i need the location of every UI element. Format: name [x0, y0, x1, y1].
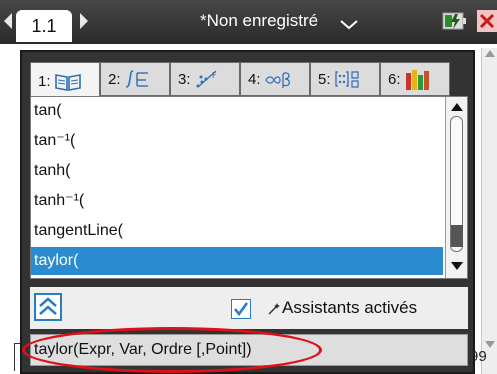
- tab-catalog-4[interactable]: 4:: [240, 62, 310, 96]
- catalog-dialog: 1: 2: 3: F 4: 5: 6: tan(tan⁻¹(tanh(ta…: [20, 50, 475, 374]
- wizards-checkbox[interactable]: [231, 299, 251, 319]
- document-title[interactable]: *Non enregistré: [200, 11, 318, 31]
- library-books-icon: [405, 70, 429, 90]
- tab-number: 2:: [108, 70, 121, 88]
- scroll-up-arrow-icon[interactable]: [485, 50, 495, 57]
- tab-number: 3:: [178, 70, 191, 88]
- integral-icon: [125, 70, 148, 88]
- svg-text:F: F: [212, 71, 217, 80]
- scrollbar-thumb[interactable]: [451, 225, 463, 247]
- chevron-down-icon[interactable]: [340, 20, 358, 30]
- next-page-arrow-icon[interactable]: [80, 13, 88, 29]
- expand-button[interactable]: [34, 293, 62, 321]
- scroll-up-arrow-icon[interactable]: [451, 103, 463, 111]
- options-panel: Assistants activés: [30, 287, 468, 329]
- page-tab[interactable]: 1.1: [16, 10, 72, 42]
- list-item[interactable]: tanh(: [31, 157, 443, 185]
- double-chevron-up-icon: [39, 297, 57, 315]
- tab-number: 6:: [388, 70, 401, 88]
- magic-wand-icon: [268, 303, 280, 315]
- list-item[interactable]: tanh⁻¹(: [31, 187, 443, 215]
- list-item-selected[interactable]: taylor(: [31, 247, 443, 275]
- catalog-book-icon: [54, 73, 81, 91]
- matrix-icon: [334, 71, 359, 88]
- tab-number: 5:: [318, 70, 331, 88]
- checkmark-icon: [233, 302, 249, 317]
- scroll-down-arrow-icon[interactable]: [451, 262, 463, 270]
- list-item[interactable]: tan(: [31, 97, 443, 125]
- close-icon[interactable]: [477, 10, 497, 32]
- document-scrollbar[interactable]: [481, 48, 497, 374]
- tab-catalog-2[interactable]: 2:: [100, 62, 170, 96]
- wizards-label: Assistants activés: [282, 298, 418, 317]
- tab-number: 1:: [38, 73, 51, 90]
- battery-icon: [442, 12, 466, 30]
- previous-page-arrow-icon[interactable]: [4, 13, 12, 29]
- scroll-down-arrow-icon[interactable]: [485, 341, 495, 348]
- catalog-list: tan( tan⁻¹( tanh( tanh⁻¹( tangentLine( t…: [30, 96, 468, 279]
- infinity-beta-icon: [264, 72, 290, 88]
- scatter-plot-icon: F: [196, 70, 217, 88]
- tab-catalog-5[interactable]: 5:: [310, 62, 380, 96]
- tab-catalog-3[interactable]: 3: F: [170, 62, 240, 96]
- annotation-ellipse: [22, 327, 322, 373]
- top-bar: 1.1 *Non enregistré: [0, 0, 497, 44]
- tab-number: 4:: [248, 70, 261, 88]
- tab-catalog-1[interactable]: 1:: [30, 62, 100, 100]
- list-item[interactable]: tan⁻¹(: [31, 127, 443, 155]
- tab-catalog-6[interactable]: 6:: [380, 62, 450, 96]
- list-item[interactable]: tangentLine(: [31, 217, 443, 245]
- list-scrollbar[interactable]: [445, 97, 467, 278]
